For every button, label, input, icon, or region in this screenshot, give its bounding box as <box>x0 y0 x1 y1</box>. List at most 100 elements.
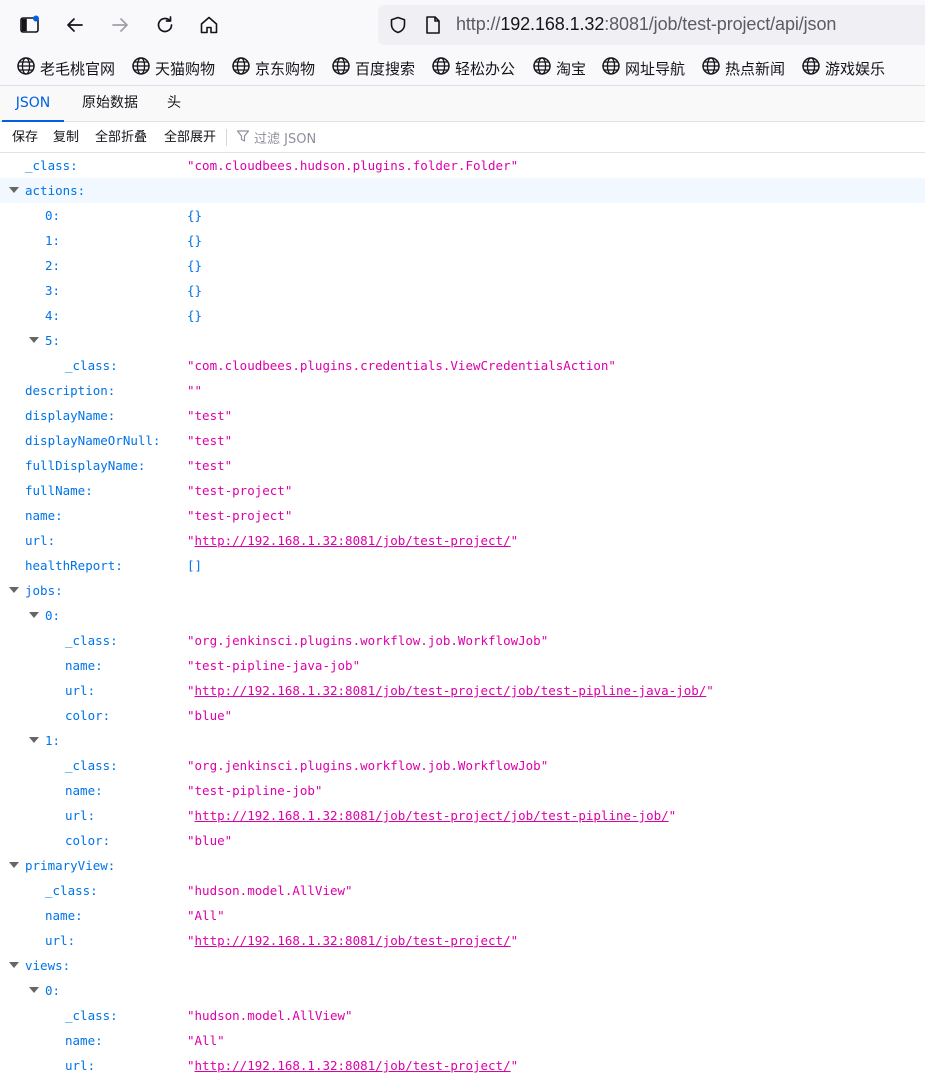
json-key: 1: <box>45 233 61 248</box>
json-url-link[interactable]: http://192.168.1.32:8081/job/test-projec… <box>195 533 511 548</box>
copy-button[interactable]: 复制 <box>53 122 79 153</box>
json-row[interactable]: primaryView: <box>0 853 925 878</box>
json-value: "http://192.168.1.32:8081/job/test-proje… <box>187 933 519 948</box>
expand-arrow-icon[interactable] <box>29 987 39 993</box>
json-value: "test" <box>187 408 233 423</box>
expand-arrow-icon[interactable] <box>9 587 19 593</box>
collapse-all-button[interactable]: 全部折叠 <box>95 122 147 153</box>
json-row[interactable]: url: "http://192.168.1.32:8081/job/test-… <box>0 928 925 953</box>
expand-arrow-icon[interactable] <box>29 737 39 743</box>
tracking-protection-shield-icon[interactable] <box>388 15 408 39</box>
json-row[interactable]: 3: {} <box>0 278 925 303</box>
json-row[interactable]: displayName: "test" <box>0 403 925 428</box>
tab-json[interactable]: JSON <box>2 86 64 122</box>
url-text[interactable]: http://192.168.1.32:8081/job/test-projec… <box>456 14 836 35</box>
json-key: url: <box>65 808 96 823</box>
expand-arrow-icon[interactable] <box>29 337 39 343</box>
filter-json-input[interactable]: 过滤 JSON <box>236 122 316 153</box>
json-key: 4: <box>45 308 61 323</box>
json-key: _class: <box>25 158 78 173</box>
bookmark-item[interactable]: 老毛桃官网 <box>16 57 115 79</box>
json-row[interactable]: _class: "org.jenkinsci.plugins.workflow.… <box>0 628 925 653</box>
json-row[interactable]: name: "test-pipline-java-job" <box>0 653 925 678</box>
json-row[interactable]: 0: <box>0 603 925 628</box>
json-row[interactable]: actions: <box>0 178 925 203</box>
save-button[interactable]: 保存 <box>12 122 38 153</box>
bookmark-item[interactable]: 京东购物 <box>231 57 315 79</box>
json-row[interactable]: 0: <box>0 978 925 1003</box>
forward-button[interactable] <box>104 9 136 41</box>
bookmark-item[interactable]: 热点新闻 <box>701 57 785 79</box>
expand-all-button[interactable]: 全部展开 <box>164 122 216 153</box>
json-value: "blue" <box>187 708 233 723</box>
json-value: {} <box>187 283 203 298</box>
json-row[interactable]: color: "blue" <box>0 828 925 853</box>
page-info-icon[interactable] <box>424 15 442 39</box>
json-row[interactable]: _class: "com.cloudbees.plugins.credentia… <box>0 353 925 378</box>
json-row[interactable]: url: "http://192.168.1.32:8081/job/test-… <box>0 678 925 703</box>
json-row[interactable]: views: <box>0 953 925 978</box>
json-row[interactable]: _class: "com.cloudbees.hudson.plugins.fo… <box>0 153 925 178</box>
tab-headers[interactable]: 头 <box>156 86 192 122</box>
json-row[interactable]: 1: {} <box>0 228 925 253</box>
back-button[interactable] <box>59 9 91 41</box>
json-row[interactable]: name: "All" <box>0 903 925 928</box>
json-value: "com.cloudbees.plugins.credentials.ViewC… <box>187 358 616 373</box>
json-key: 0: <box>45 608 61 623</box>
bookmark-item[interactable]: 淘宝 <box>532 57 586 79</box>
sidebar-toggle-button[interactable] <box>14 9 46 41</box>
globe-icon <box>16 56 40 80</box>
json-url-link[interactable]: http://192.168.1.32:8081/job/test-projec… <box>195 808 669 823</box>
json-row[interactable]: name: "test-pipline-job" <box>0 778 925 803</box>
toolbar-divider <box>226 129 227 146</box>
json-row[interactable]: 0: {} <box>0 203 925 228</box>
reload-button[interactable] <box>149 9 181 41</box>
json-url-link[interactable]: http://192.168.1.32:8081/job/test-projec… <box>195 683 707 698</box>
json-row[interactable]: url: "http://192.168.1.32:8081/job/test-… <box>0 1053 925 1078</box>
json-value: "hudson.model.AllView" <box>187 883 353 898</box>
json-row[interactable]: 5: <box>0 328 925 353</box>
json-row[interactable]: jobs: <box>0 578 925 603</box>
json-url-link[interactable]: http://192.168.1.32:8081/job/test-projec… <box>195 1058 511 1073</box>
json-row[interactable]: name: "test-project" <box>0 503 925 528</box>
home-button[interactable] <box>193 9 225 41</box>
sidebar-icon <box>19 14 41 36</box>
json-url-link[interactable]: http://192.168.1.32:8081/job/test-projec… <box>195 933 511 948</box>
json-row[interactable]: _class: "hudson.model.AllView" <box>0 878 925 903</box>
json-key: 3: <box>45 283 61 298</box>
json-row[interactable]: url: "http://192.168.1.32:8081/job/test-… <box>0 803 925 828</box>
json-row[interactable]: 4: {} <box>0 303 925 328</box>
json-row[interactable]: 2: {} <box>0 253 925 278</box>
filter-placeholder: 过滤 JSON <box>254 132 317 147</box>
expand-arrow-icon[interactable] <box>9 187 19 193</box>
json-row[interactable]: url: "http://192.168.1.32:8081/job/test-… <box>0 528 925 553</box>
json-row[interactable]: color: "blue" <box>0 703 925 728</box>
expand-arrow-icon[interactable] <box>9 862 19 868</box>
bookmark-item[interactable]: 游戏娱乐 <box>801 57 885 79</box>
json-row[interactable]: displayNameOrNull: "test" <box>0 428 925 453</box>
json-row[interactable]: name: "All" <box>0 1028 925 1053</box>
address-bar[interactable]: http://192.168.1.32:8081/job/test-projec… <box>378 5 925 45</box>
json-row[interactable]: fullDisplayName: "test" <box>0 453 925 478</box>
arrow-right-icon <box>109 14 131 36</box>
json-row[interactable]: 1: <box>0 728 925 753</box>
bookmark-item[interactable]: 轻松办公 <box>431 57 515 79</box>
tab-raw-data[interactable]: 原始数据 <box>72 86 148 122</box>
json-row[interactable]: fullName: "test-project" <box>0 478 925 503</box>
json-row[interactable]: description: "" <box>0 378 925 403</box>
expand-arrow-icon[interactable] <box>9 962 19 968</box>
expand-arrow-icon[interactable] <box>29 612 39 618</box>
json-key: _class: <box>65 633 118 648</box>
json-row[interactable]: healthReport: [] <box>0 553 925 578</box>
bookmark-item[interactable]: 网址导航 <box>601 57 685 79</box>
bookmark-item[interactable]: 百度搜索 <box>331 57 415 79</box>
json-value: "test-project" <box>187 508 293 523</box>
json-value: "test" <box>187 458 233 473</box>
json-key: _class: <box>65 1008 118 1023</box>
json-row[interactable]: _class: "org.jenkinsci.plugins.workflow.… <box>0 753 925 778</box>
bookmark-item[interactable]: 天猫购物 <box>131 57 215 79</box>
bookmark-label: 游戏娱乐 <box>825 59 886 78</box>
url-path: :8081/job/test-project/api/json <box>604 14 837 34</box>
json-row[interactable]: _class: "hudson.model.AllView" <box>0 1003 925 1028</box>
json-value: "test-project" <box>187 483 293 498</box>
